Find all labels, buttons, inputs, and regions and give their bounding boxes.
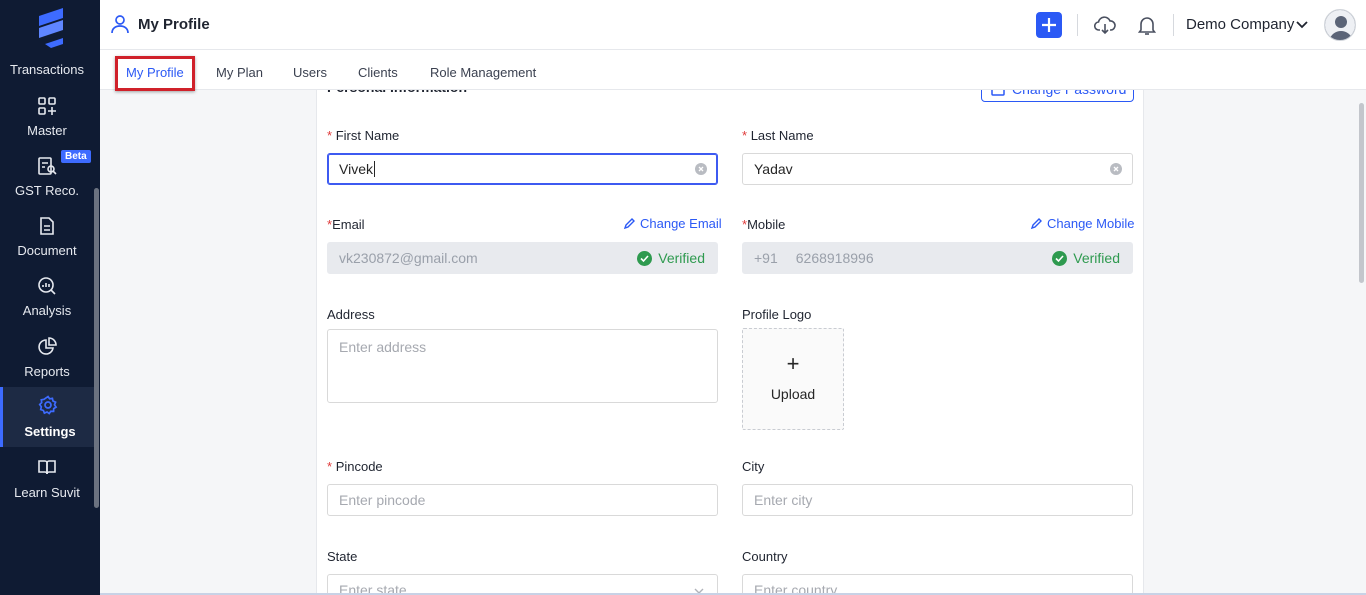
mobile-label: *Mobile — [742, 217, 785, 232]
main-scrollbar[interactable] — [1359, 103, 1364, 283]
sidebar-item-label: Settings — [24, 424, 76, 439]
sidebar-item-label: Learn Suvit — [14, 485, 80, 500]
email-value: vk230872@gmail.com — [339, 250, 478, 266]
change-email-link[interactable]: Change Email — [623, 216, 722, 231]
check-circle-icon — [637, 251, 653, 266]
sidebar-item-label: Master — [27, 123, 67, 138]
sidebar-item-label: Transactions — [10, 62, 84, 77]
tab-clients[interactable]: Clients — [358, 65, 398, 80]
clear-icon[interactable] — [1110, 163, 1122, 175]
sidebar-item-analysis[interactable]: Analysis — [0, 268, 94, 328]
state-select[interactable]: Enter state — [327, 574, 718, 595]
city-placeholder: Enter city — [754, 492, 813, 508]
last-name-label-text: Last Name — [750, 128, 814, 143]
pincode-placeholder: Enter pincode — [339, 492, 426, 508]
document-icon — [40, 217, 54, 235]
mobile-verified-badge: Verified — [1052, 250, 1120, 266]
bell-icon[interactable] — [1136, 14, 1158, 36]
first-name-label-text: First Name — [335, 128, 400, 143]
sidebar-item-label: Analysis — [22, 303, 72, 318]
avatar[interactable] — [1324, 9, 1356, 41]
country-field[interactable]: Enter country — [742, 574, 1133, 595]
change-mobile-link[interactable]: Change Mobile — [1030, 216, 1134, 231]
grid-plus-icon — [38, 97, 56, 115]
address-placeholder: Enter address — [339, 339, 427, 355]
email-field: vk230872@gmail.com Verified — [327, 242, 718, 274]
text-cursor — [373, 161, 375, 177]
first-name-label: * First Name — [327, 128, 399, 143]
address-textarea[interactable]: Enter address — [327, 329, 718, 403]
sidebar-item-settings[interactable]: Settings — [0, 387, 94, 447]
cloud-download-icon[interactable] — [1094, 14, 1116, 36]
analysis-icon — [38, 277, 56, 295]
active-tab-highlight — [115, 56, 195, 91]
clear-icon[interactable] — [695, 163, 707, 175]
first-name-value: Vivek — [339, 161, 373, 177]
tab-users[interactable]: Users — [293, 65, 327, 80]
sidebar-item-reports[interactable]: Reports — [0, 329, 94, 389]
last-name-field[interactable]: Yadav — [742, 153, 1133, 185]
verified-text: Verified — [1073, 250, 1120, 266]
sidebar-item-label: Document — [17, 243, 77, 258]
change-email-text: Change Email — [640, 216, 722, 231]
plus-icon — [1042, 18, 1056, 32]
sidebar: Transactions Master Beta GST Reco. Docum… — [0, 0, 100, 595]
sidebar-item-label: Reports — [24, 364, 70, 379]
sidebar-item-learn-suvit[interactable]: Learn Suvit — [0, 449, 94, 509]
pencil-icon — [623, 218, 635, 230]
tab-my-plan[interactable]: My Plan — [216, 65, 263, 80]
email-label-text: Email — [332, 217, 365, 232]
email-label: *Email — [327, 217, 365, 232]
check-circle-icon — [1052, 251, 1068, 266]
email-verified-badge: Verified — [637, 250, 705, 266]
city-label: City — [742, 459, 765, 474]
user-icon — [111, 15, 129, 34]
tab-role-management[interactable]: Role Management — [430, 65, 536, 80]
reconcile-icon — [38, 157, 57, 175]
mobile-field: +91 6268918996 Verified — [742, 242, 1133, 274]
pincode-field[interactable]: Enter pincode — [327, 484, 718, 516]
change-mobile-text: Change Mobile — [1047, 216, 1135, 231]
settings-tabs: My Profile My Plan Users Clients Role Ma… — [100, 50, 1366, 91]
profile-form-card: Personal Information Change Password * F… — [316, 70, 1144, 595]
sidebar-item-master[interactable]: Master — [0, 88, 94, 148]
user-avatar-icon — [1325, 10, 1355, 40]
company-selector[interactable]: Demo Company — [1186, 16, 1294, 33]
country-label: Country — [742, 549, 788, 564]
state-label: State — [327, 549, 358, 564]
city-field[interactable]: Enter city — [742, 484, 1133, 516]
divider — [1077, 14, 1078, 36]
address-label: Address — [327, 307, 375, 322]
country-code: +91 — [754, 250, 778, 266]
book-icon — [38, 460, 56, 475]
divider — [1173, 14, 1174, 36]
sidebar-item-label: GST Reco. — [14, 183, 80, 198]
required-marker: * — [327, 459, 333, 474]
plus-icon: + — [786, 351, 800, 376]
last-name-label: * Last Name — [742, 128, 814, 143]
pincode-label: * Pincode — [327, 459, 383, 474]
verified-text: Verified — [658, 250, 705, 266]
logo-upload-box[interactable]: + Upload — [742, 328, 844, 430]
chevron-down-icon[interactable] — [1295, 17, 1309, 31]
required-marker: * — [327, 128, 333, 143]
pie-chart-icon — [38, 337, 57, 355]
last-name-value: Yadav — [754, 161, 793, 177]
sidebar-item-gst-reco[interactable]: Beta GST Reco. — [0, 148, 94, 208]
mobile-value: 6268918996 — [795, 250, 874, 266]
mobile-label-text: Mobile — [747, 217, 786, 232]
top-header: My Profile Demo Company — [100, 0, 1366, 50]
beta-badge: Beta — [61, 150, 91, 163]
first-name-field[interactable]: Vivek — [327, 153, 718, 185]
gear-icon — [38, 395, 58, 415]
upload-label: Upload — [770, 386, 816, 402]
required-marker: * — [742, 128, 748, 143]
pincode-label-text: Pincode — [335, 459, 383, 474]
sidebar-item-document[interactable]: Document — [0, 208, 94, 268]
add-button[interactable] — [1036, 12, 1062, 38]
sidebar-scrollbar[interactable] — [94, 188, 99, 508]
page-title: My Profile — [138, 16, 210, 33]
pencil-icon — [1030, 218, 1042, 230]
profile-logo-label: Profile Logo — [742, 307, 812, 322]
